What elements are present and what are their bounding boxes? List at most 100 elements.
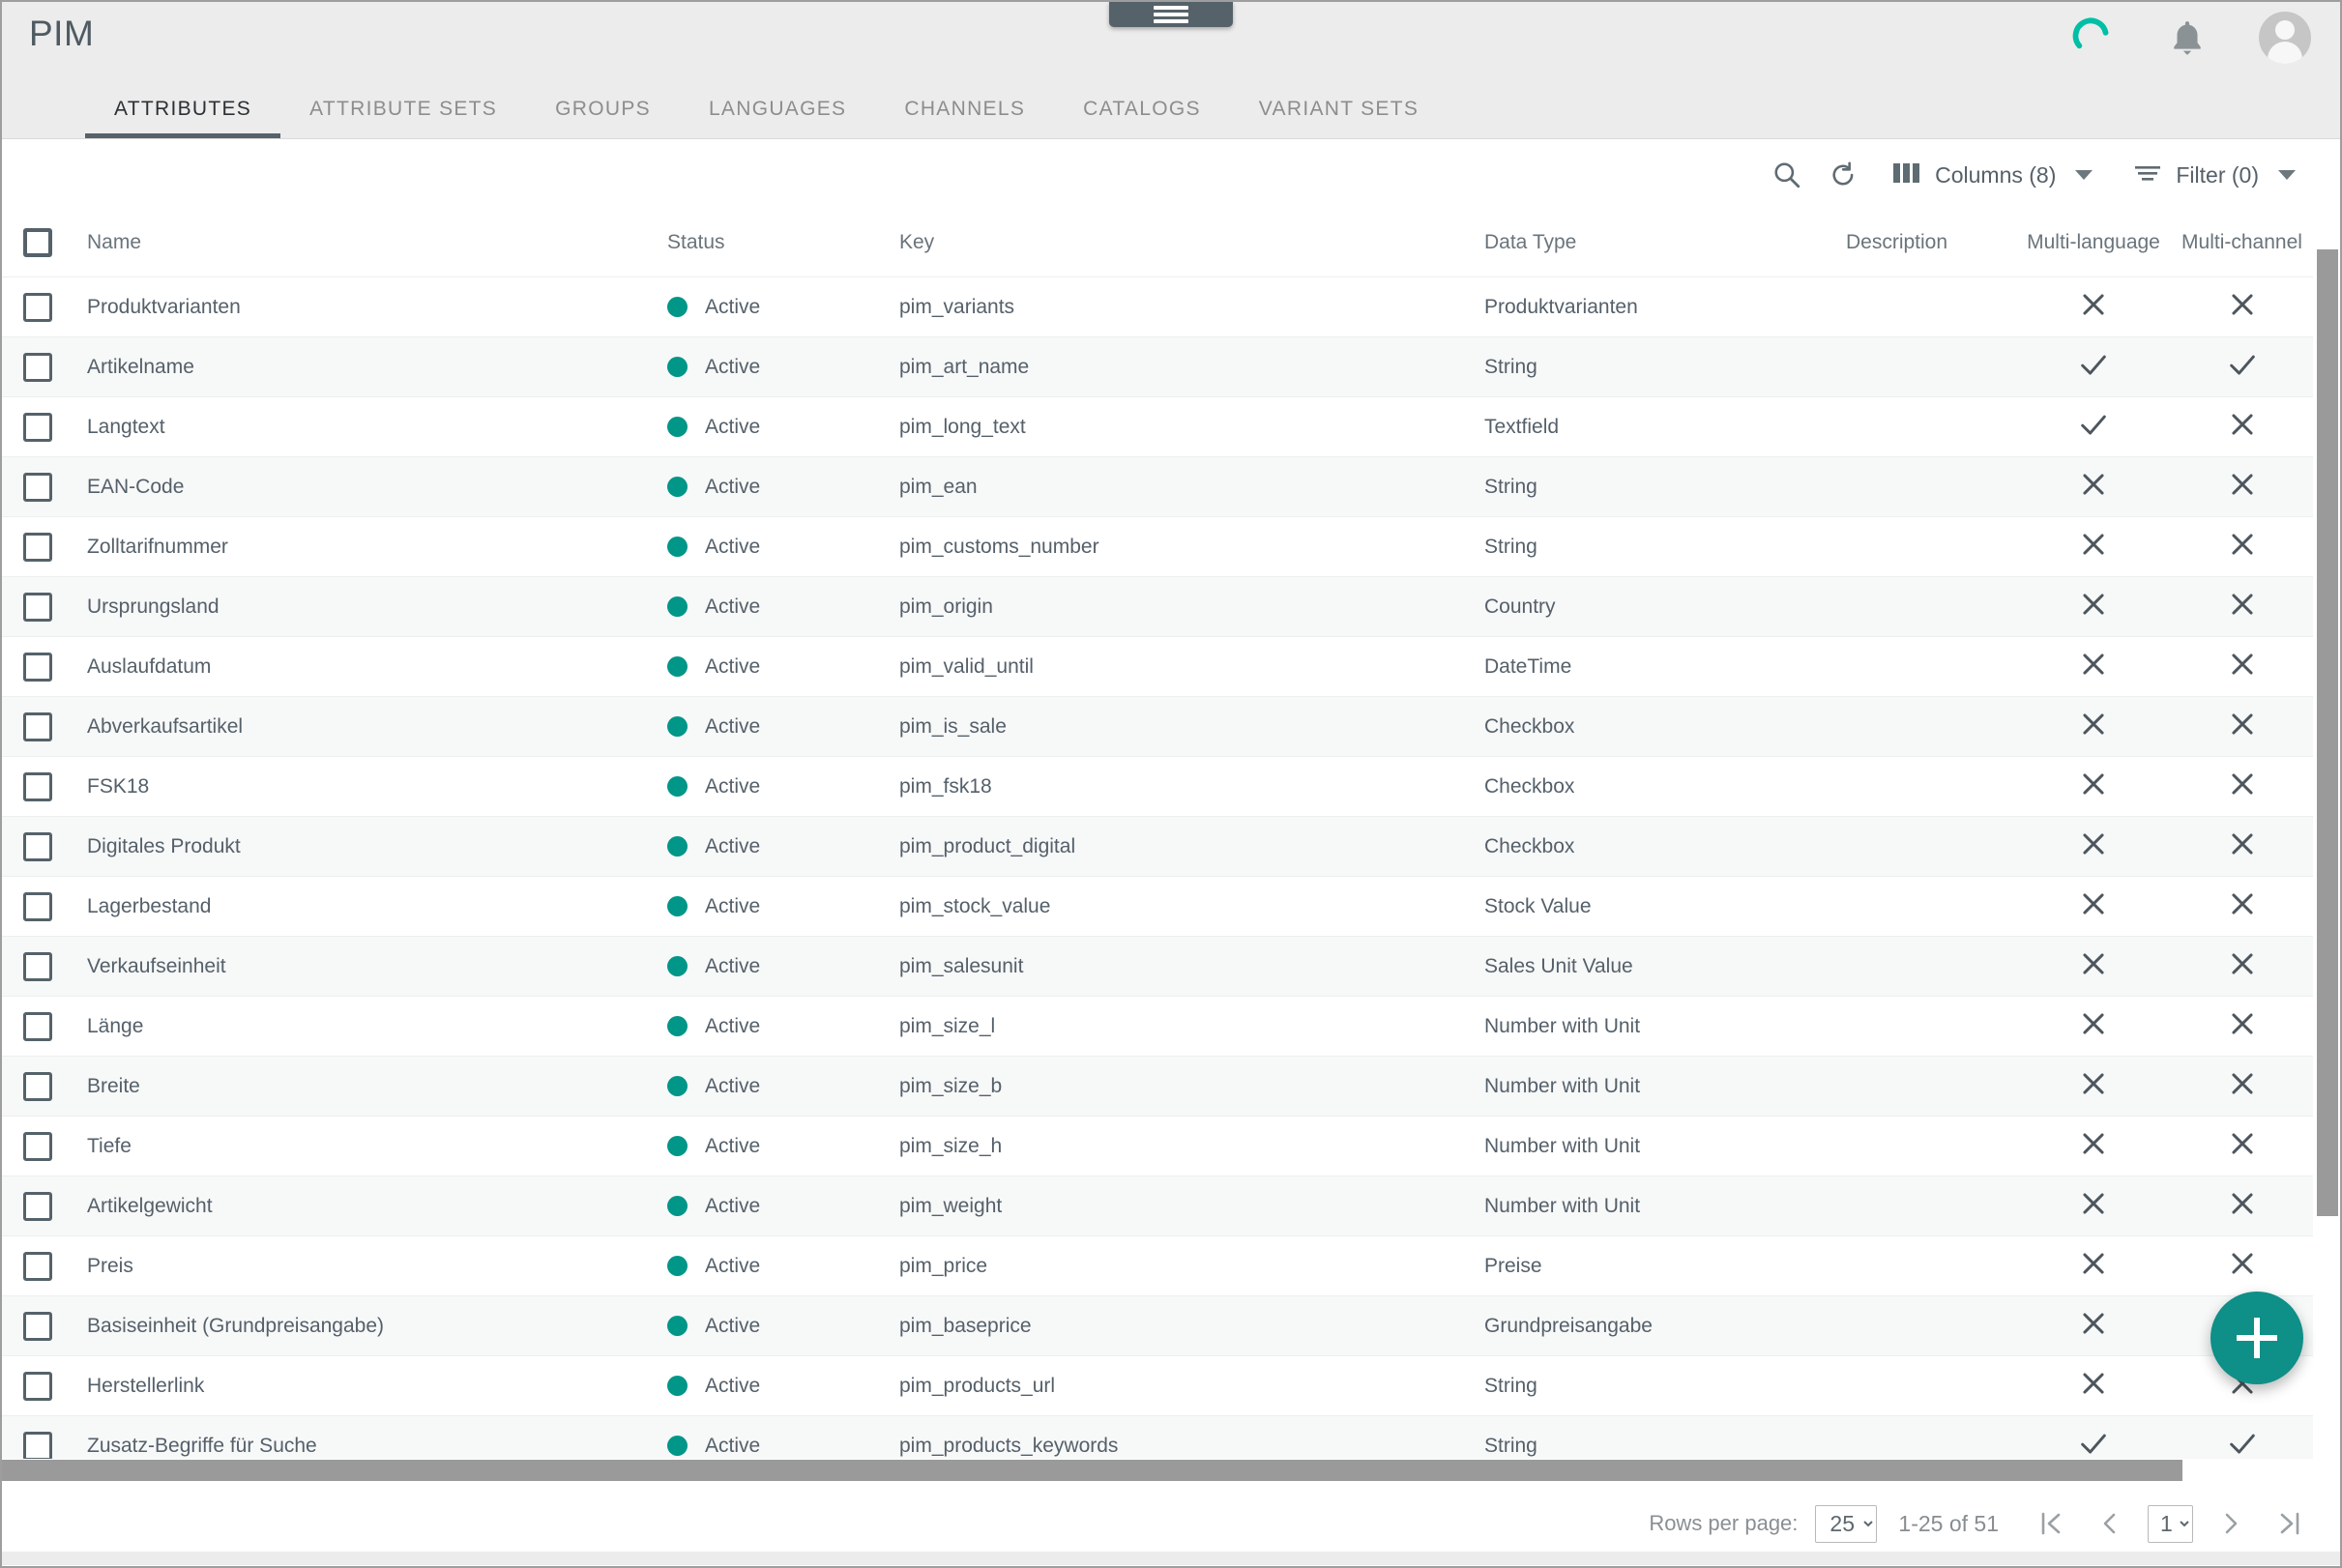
horizontal-scrollbar-thumb[interactable] [2,1460,2182,1481]
row-checkbox[interactable] [23,352,52,382]
column-header-multi-language[interactable]: Multi-language [2016,211,2171,277]
table-row[interactable]: Langtext Active pim_long_text Textfield [2,396,2313,457]
table-row[interactable]: FSK18 Active pim_fsk18 Checkbox [2,756,2313,817]
table-row[interactable]: Artikelname Active pim_art_name String [2,336,2313,397]
table-row[interactable]: Digitales Produkt Active pim_product_digit… [2,816,2313,877]
status-label: Active [705,954,761,977]
window-drag-handle[interactable] [1109,2,1233,27]
table-row[interactable]: Ursprungsland Active pim_origin Country [2,576,2313,637]
cell-multi-channel [2171,816,2313,877]
cell-status: Active [667,336,899,397]
row-checkbox[interactable] [23,592,52,622]
refresh-icon[interactable] [1815,160,1871,189]
row-checkbox[interactable] [23,652,52,682]
user-avatar[interactable] [2259,12,2311,64]
column-header-key[interactable]: Key [899,211,1484,277]
table-row[interactable]: Basiseinheit (Grundpreisangabe) Active pim… [2,1295,2313,1356]
row-checkbox[interactable] [23,951,52,981]
vertical-scrollbar[interactable] [2315,211,2340,1482]
cell-name: FSK18 [87,756,667,817]
search-icon[interactable] [1759,160,1815,189]
rows-per-page-select[interactable]: 25 [1815,1504,1878,1543]
tab-catalogs[interactable]: CATALOGS [1054,98,1230,138]
table-row[interactable]: Abverkaufsartikel Active pim_is_sale Checkb… [2,696,2313,757]
notifications-bell-icon[interactable] [2168,15,2207,60]
column-header-description[interactable]: Description [1842,211,2016,277]
add-attribute-button[interactable] [2210,1292,2303,1384]
table-row[interactable]: EAN-Code Active pim_ean String [2,456,2313,517]
row-checkbox[interactable] [23,1371,52,1401]
cell-multi-channel [2171,936,2313,997]
status-dot-icon [667,477,688,497]
filter-button[interactable]: Filter (0) [2100,162,2305,189]
cell-name: Artikelgewicht [87,1176,667,1236]
row-checkbox[interactable] [23,1071,52,1101]
row-checkbox[interactable] [23,412,52,442]
next-page-icon[interactable] [2203,1509,2259,1538]
row-checkbox[interactable] [23,891,52,921]
row-checkbox[interactable] [23,1011,52,1041]
status-label: Active [705,1314,761,1337]
horizontal-scrollbar[interactable] [2,1459,2340,1482]
row-checkbox[interactable] [23,1311,52,1341]
vertical-scrollbar-thumb[interactable] [2317,249,2338,1216]
tab-variant-sets[interactable]: VARIANT SETS [1230,98,1448,138]
table-row[interactable]: Tiefe Active pim_size_h Number with Unit [2,1116,2313,1176]
row-checkbox[interactable] [23,831,52,861]
column-header-data-type[interactable]: Data Type [1484,211,1842,277]
cell-multi-channel [2171,396,2313,457]
table-row[interactable]: Auslaufdatum Active pim_valid_until DateTim… [2,636,2313,697]
table-row[interactable]: Verkaufseinheit Active pim_salesunit Sales … [2,936,2313,997]
tab-languages[interactable]: LANGUAGES [680,98,875,138]
cell-multi-channel [2171,876,2313,937]
previous-page-icon[interactable] [2082,1509,2138,1538]
status-dot-icon [667,1196,688,1216]
status-dot-icon [667,1436,688,1457]
first-page-icon[interactable] [2022,1509,2082,1538]
row-checkbox[interactable] [23,1431,52,1461]
select-all-checkbox[interactable] [23,228,52,257]
cell-multi-language [2016,696,2171,757]
column-header-name[interactable]: Name [87,211,667,277]
table-row[interactable]: Produktvarianten Active pim_variants Produk… [2,276,2313,337]
table-row[interactable]: Länge Active pim_size_l Number with Unit [2,996,2313,1057]
row-select-cell [2,1056,87,1117]
columns-button[interactable]: Columns (8) [1885,161,2100,189]
cell-name: EAN-Code [87,456,667,517]
cell-status: Active [667,1295,899,1356]
cell-name: Zolltarifnummer [87,516,667,577]
table-row[interactable]: Breite Active pim_size_b Number with Unit [2,1056,2313,1117]
row-checkbox[interactable] [23,771,52,801]
table-row[interactable]: Herstellerlink Active pim_products_url Stri… [2,1355,2313,1416]
cell-name: Lagerbestand [87,876,667,937]
column-header-multi-channel[interactable]: Multi-channel [2171,211,2313,277]
row-checkbox[interactable] [23,472,52,502]
row-checkbox[interactable] [23,1191,52,1221]
cell-name: Produktvarianten [87,276,667,337]
cell-status: Active [667,636,899,697]
sync-spinner-icon[interactable] [2071,15,2116,60]
cell-description [1842,1355,2016,1416]
row-checkbox[interactable] [23,1131,52,1161]
column-header-status[interactable]: Status [667,211,899,277]
cell-multi-channel [2171,1235,2313,1296]
tab-groups[interactable]: GROUPS [526,98,680,138]
cell-description [1842,1295,2016,1356]
table-row[interactable]: Lagerbestand Active pim_stock_value Stock V… [2,876,2313,937]
row-checkbox[interactable] [23,292,52,322]
page-number-select[interactable]: 1 [2148,1504,2193,1543]
status-dot-icon [667,776,688,797]
cell-multi-language [2016,1355,2171,1416]
table-row[interactable]: Artikelgewicht Active pim_weight Number wit… [2,1176,2313,1236]
tab-attribute-sets[interactable]: ATTRIBUTE SETS [280,98,526,138]
cell-data-type: Checkbox [1484,756,1842,817]
tab-attributes[interactable]: ATTRIBUTES [85,98,281,138]
row-checkbox[interactable] [23,532,52,562]
table-row[interactable]: Zolltarifnummer Active pim_customs_number S… [2,516,2313,577]
tab-channels[interactable]: CHANNELS [875,98,1054,138]
last-page-icon[interactable] [2259,1509,2319,1538]
row-checkbox[interactable] [23,711,52,741]
row-checkbox[interactable] [23,1251,52,1281]
cell-status: Active [667,396,899,457]
table-row[interactable]: Preis Active pim_price Preise [2,1235,2313,1296]
